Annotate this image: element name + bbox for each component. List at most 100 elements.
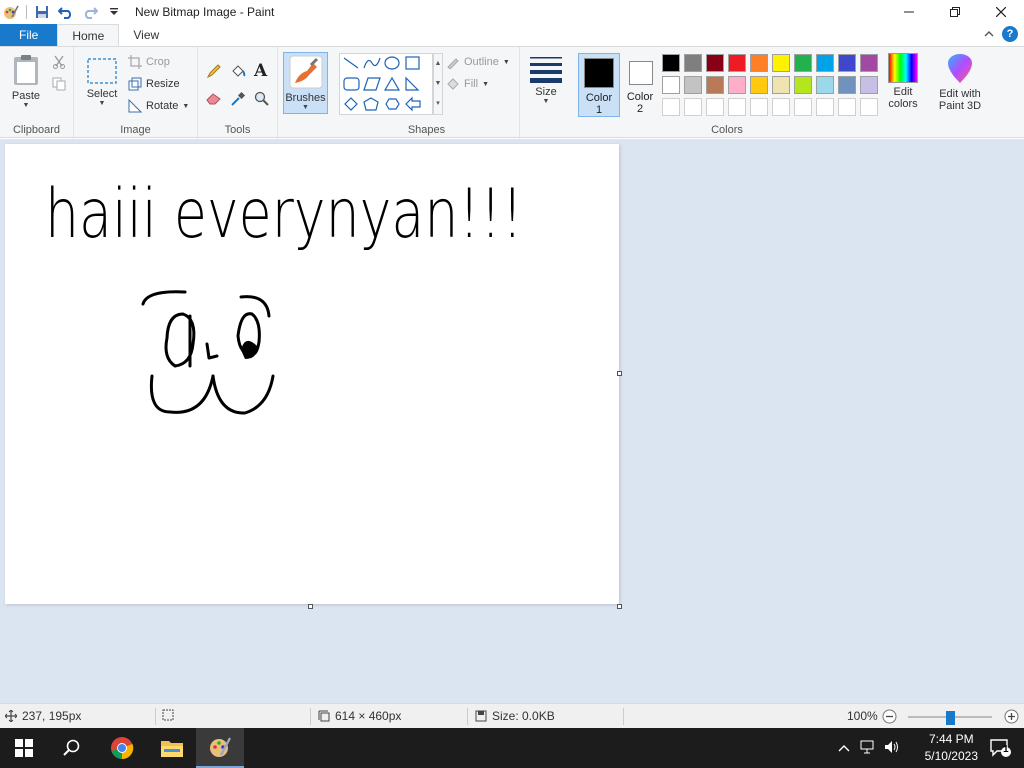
zoom-in-icon[interactable] [1004, 709, 1019, 727]
collapse-ribbon-icon[interactable] [984, 27, 994, 41]
minimize-button[interactable] [886, 0, 932, 24]
palette-swatch[interactable] [772, 54, 790, 72]
custom-color-slot[interactable] [728, 98, 746, 116]
shapes-gallery[interactable] [339, 53, 433, 115]
custom-color-slot[interactable] [684, 98, 702, 116]
clipboard-group: Paste ▼ Clipboard [0, 47, 74, 139]
size-dropdown-icon[interactable]: ▼ [543, 98, 550, 105]
tab-view[interactable]: View [119, 24, 173, 46]
pencil-icon[interactable] [206, 63, 222, 82]
color-picker-icon[interactable] [230, 91, 246, 110]
resize-button[interactable]: Resize [128, 77, 180, 91]
palette-swatch[interactable] [772, 76, 790, 94]
help-icon[interactable]: ? [1002, 26, 1018, 42]
paint-app-icon[interactable] [2, 3, 20, 21]
magnifier-icon[interactable] [254, 91, 270, 110]
eraser-icon[interactable] [206, 91, 222, 108]
drawing-canvas[interactable]: haiii everynyan!!! [5, 144, 619, 604]
palette-swatch[interactable] [662, 76, 680, 94]
outline-button[interactable]: Outline ▼ [446, 55, 510, 69]
taskbar: 7:44 PM 5/10/2023 1 [0, 728, 1024, 768]
color2-button[interactable]: Color 2 [622, 53, 658, 117]
custom-color-slot[interactable] [706, 98, 724, 116]
palette-swatch[interactable] [816, 76, 834, 94]
taskbar-chrome[interactable] [98, 728, 146, 768]
taskbar-clock[interactable]: 7:44 PM 5/10/2023 [925, 731, 978, 765]
select-dropdown-icon[interactable]: ▼ [99, 100, 106, 107]
color1-button[interactable]: Color 1 [578, 53, 620, 117]
palette-swatch[interactable] [794, 54, 812, 72]
palette-swatch[interactable] [706, 76, 724, 94]
cut-icon[interactable] [52, 55, 66, 72]
text-tool-icon[interactable]: A [254, 61, 267, 81]
canvas-workspace: haiii everynyan!!! [0, 139, 1024, 703]
custom-color-slot[interactable] [772, 98, 790, 116]
fill-bucket-icon[interactable] [230, 63, 246, 82]
crop-button[interactable]: Crop [128, 55, 170, 69]
network-icon[interactable] [860, 740, 876, 757]
edit-colors-button[interactable]: Edit colors [882, 53, 924, 110]
shapes-scroll[interactable]: ▲ ▼ ▾ [433, 53, 443, 115]
palette-swatch[interactable] [838, 54, 856, 72]
palette-swatch[interactable] [728, 54, 746, 72]
size-button[interactable]: Size ▼ [526, 55, 566, 105]
start-button[interactable] [0, 728, 48, 768]
custom-color-slot[interactable] [794, 98, 812, 116]
palette-swatch[interactable] [750, 54, 768, 72]
status-separator [467, 708, 468, 725]
fill-button[interactable]: Fill ▼ [446, 77, 489, 91]
zoom-out-icon[interactable] [882, 709, 897, 727]
palette-swatch[interactable] [728, 76, 746, 94]
zoom-slider-thumb[interactable] [946, 711, 955, 725]
palette-swatch[interactable] [662, 54, 680, 72]
tab-file[interactable]: File [0, 24, 58, 46]
status-bar: 237, 195px 614 × 460px Size: 0.0KB 100% [0, 703, 1024, 728]
palette-swatch[interactable] [816, 54, 834, 72]
tools-group-label: Tools [224, 124, 251, 136]
palette-swatch[interactable] [838, 76, 856, 94]
palette-swatch[interactable] [684, 54, 702, 72]
action-center-button[interactable]: 1 [976, 728, 1024, 768]
palette-swatch[interactable] [794, 76, 812, 94]
search-button[interactable] [48, 728, 96, 768]
palette-swatch[interactable] [706, 54, 724, 72]
restore-button[interactable] [932, 0, 978, 24]
image-group-label: Image [120, 124, 151, 136]
palette-swatch[interactable] [860, 76, 878, 94]
taskbar-file-explorer[interactable] [148, 728, 196, 768]
palette-swatch[interactable] [750, 76, 768, 94]
paint-taskbar-icon [210, 737, 232, 757]
rotate-button[interactable]: Rotate ▼ [128, 99, 189, 113]
select-button[interactable]: Select ▼ [82, 57, 122, 107]
save-icon[interactable] [33, 3, 51, 21]
system-tray [838, 728, 900, 768]
rotate-dropdown-icon[interactable]: ▼ [182, 103, 189, 110]
custom-color-slot[interactable] [662, 98, 680, 116]
copy-icon[interactable] [52, 77, 66, 94]
brushes-label: Brushes [285, 92, 326, 104]
brushes-button[interactable]: Brushes ▼ [283, 52, 328, 114]
fill-icon [447, 78, 459, 90]
palette-swatch[interactable] [684, 76, 702, 94]
volume-icon[interactable] [884, 740, 900, 757]
paste-dropdown-icon[interactable]: ▼ [23, 102, 30, 109]
tab-home[interactable]: Home [57, 24, 120, 46]
undo-icon[interactable] [57, 3, 75, 21]
custom-color-slot[interactable] [838, 98, 856, 116]
custom-color-slot[interactable] [860, 98, 878, 116]
resize-handle-right[interactable] [617, 371, 622, 376]
edit-with-paint3d-button[interactable]: Edit with Paint 3D [934, 53, 986, 112]
close-button[interactable] [978, 0, 1024, 24]
resize-handle-bottom[interactable] [308, 604, 313, 609]
show-hidden-icons[interactable] [838, 741, 850, 755]
taskbar-paint[interactable] [196, 728, 244, 768]
palette-swatch[interactable] [860, 54, 878, 72]
brushes-dropdown-icon[interactable]: ▼ [302, 104, 309, 111]
customize-qat-icon[interactable] [105, 3, 123, 21]
redo-icon[interactable] [81, 3, 99, 21]
resize-handle-corner[interactable] [617, 604, 622, 609]
custom-color-slot[interactable] [750, 98, 768, 116]
disk-icon [475, 710, 487, 722]
paste-button[interactable]: Paste ▼ [6, 53, 46, 109]
custom-color-slot[interactable] [816, 98, 834, 116]
